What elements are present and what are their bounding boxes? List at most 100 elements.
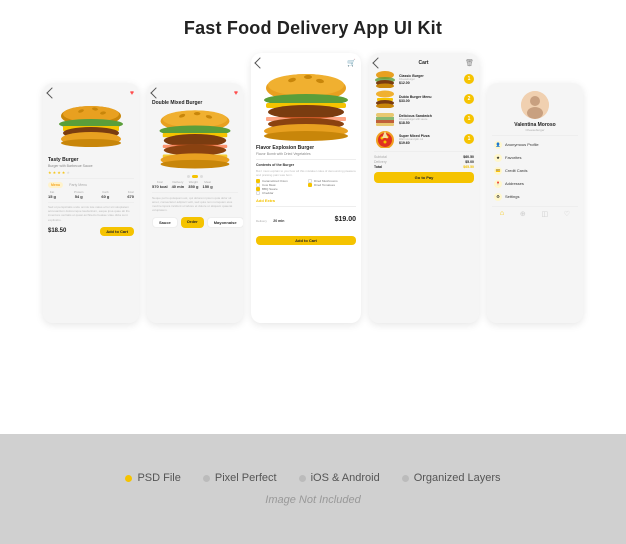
feature-label-psd: PSD File — [137, 472, 180, 484]
profile-menu-item-4[interactable]: 📍 Addresses — [492, 178, 578, 190]
cart-item-4-image — [374, 130, 396, 148]
profile-icon-2: ★ — [494, 154, 502, 162]
avatar-svg — [521, 91, 549, 119]
star-1: ★ — [48, 170, 52, 175]
profile-menu-item-2[interactable]: ★ Favorites — [492, 152, 578, 164]
extra-item-4: Cheddar — [256, 191, 304, 195]
card2-mayonnaise-button[interactable]: Mayonnaise — [207, 217, 243, 228]
contents-title: Contents of the Burger — [256, 163, 356, 167]
add-extra-label[interactable]: Add Extra — [256, 198, 356, 203]
card1-food-image — [48, 100, 134, 155]
feature-dot-ios — [299, 475, 306, 482]
info-weight: Weight 350 g — [188, 180, 198, 189]
feature-label-ios: iOS & Android — [311, 472, 380, 484]
tab-row[interactable]: Menu Party Menu — [48, 182, 134, 188]
card2-back-icon[interactable] — [150, 87, 161, 98]
cart-item-1-counter[interactable]: 1 — [464, 74, 474, 84]
card1-price: $18.50 — [48, 228, 66, 234]
profile-label-4: Addresses — [505, 181, 524, 186]
info-delivery: Delivery 40 min — [172, 180, 185, 189]
cart-total-row: Total $65.50 — [374, 165, 474, 169]
card2-heart-icon[interactable]: ♥ — [234, 90, 238, 97]
card3-price: $19.00 — [335, 216, 356, 223]
card4-trash-icon[interactable]: 🗑 — [465, 59, 474, 67]
feature-ios: iOS & Android — [299, 472, 380, 484]
star-5: ★ — [66, 170, 70, 175]
subtotal-value: $60.50 — [463, 155, 474, 159]
extra-item-6: Dried Tomatoes — [308, 183, 356, 187]
checkbox-4[interactable] — [256, 191, 260, 195]
card1-header: ♥ — [48, 89, 134, 97]
total-value: $65.50 — [463, 165, 474, 169]
card2-divider — [152, 192, 238, 193]
page-title: Fast Food Delivery App UI Kit — [184, 18, 442, 39]
feature-dot-layers — [402, 475, 409, 482]
nav-profile-icon[interactable]: ♡ — [564, 210, 570, 218]
feature-label-layers: Organized Layers — [414, 472, 501, 484]
total-label: Total — [374, 165, 382, 169]
card2-title: Double Mixed Burger — [152, 100, 238, 106]
card3-back-icon[interactable] — [254, 57, 265, 68]
cart-item-2: Dubio Burger Menu $33.00 2 — [374, 90, 474, 108]
cart-item-2-image — [374, 90, 396, 108]
cart-item-2-counter[interactable]: 2 — [464, 94, 474, 104]
not-included-text: Image Not Included — [265, 494, 360, 506]
cart-pizza-svg — [374, 130, 396, 148]
go-to-pay-button[interactable]: Go to Pay — [374, 172, 474, 183]
divider-1 — [48, 178, 134, 179]
profile-icon-3: 💳 — [494, 167, 502, 175]
info-kcal: Kcal 570 kcal — [152, 180, 168, 189]
star-2: ★ — [53, 170, 57, 175]
subtotal-label: Subtotal — [374, 155, 387, 159]
cart-item-2-info: Dubio Burger Menu $33.00 — [399, 95, 461, 103]
burger-svg-1 — [48, 100, 134, 155]
feature-label-pixel: Pixel Perfect — [215, 472, 277, 484]
tab-party-menu[interactable]: Party Menu — [66, 182, 90, 188]
profile-menu-item-3[interactable]: 💳 Credit Cards — [492, 165, 578, 177]
nutrition-kcal: Kcal 670 — [127, 190, 134, 199]
card3-divider2 — [256, 206, 356, 207]
back-icon[interactable] — [46, 87, 57, 98]
card3-add-to-cart-button[interactable]: Add to Cart — [256, 236, 356, 245]
info-meat: Meat 150 g — [202, 180, 212, 189]
delivery-label: Delivery — [256, 219, 267, 223]
features-row: PSD File Pixel Perfect iOS & Android Org… — [125, 472, 500, 484]
profile-menu-item-1[interactable]: 👤 Anonymous Profile — [492, 139, 578, 151]
cart-divider — [374, 151, 474, 152]
tab-menu[interactable]: Menu — [48, 182, 63, 188]
cart-delivery-row: Delivery $5.00 — [374, 160, 474, 164]
nutrition-protein: Protein 54 g — [74, 190, 84, 199]
cart-delivery-value: $5.00 — [465, 160, 474, 164]
delivery-info: Delivery 20 min — [256, 209, 284, 227]
card3-body-text: But I must explain to you how all this m… — [256, 169, 356, 177]
card3-subtitle: Flavor Bomb with Dried Vegetables — [256, 152, 356, 156]
nav-search-icon[interactable]: ⊕ — [520, 210, 526, 218]
card2-food-image — [152, 108, 238, 173]
profile-label-3: Credit Cards — [505, 168, 527, 173]
cart-item-4-counter[interactable]: 1 — [464, 134, 474, 144]
card3-header: 🛒 — [256, 59, 356, 67]
nav-cart-icon[interactable]: ◫ — [541, 210, 548, 218]
card2-description: Neque porro quisquam est, qui dolorem ip… — [152, 196, 238, 213]
card3-cart-icon[interactable]: 🛒 — [347, 59, 356, 67]
card2-order-button[interactable]: Order — [181, 217, 204, 228]
checkbox-6[interactable] — [308, 183, 312, 187]
card3-food-image — [256, 70, 356, 142]
profile-menu-item-5[interactable]: ⚙ Settings — [492, 191, 578, 203]
contents-col-right: Dried Mushrooms Dried Tomatoes — [308, 179, 356, 195]
profile-divider — [492, 135, 578, 136]
card1-stars: ★ ★ ★ ★ ★ — [48, 170, 134, 175]
nav-home-icon[interactable]: ⌂ — [500, 210, 504, 218]
nutrition-carb: Carb 60 g — [101, 190, 109, 199]
card4-back-icon[interactable] — [372, 57, 383, 68]
profile-avatar — [521, 91, 549, 119]
nutrition-row: Fat 15 g Protein 54 g Carb 60 g Kcal — [48, 190, 134, 199]
feature-dot-pixel — [203, 475, 210, 482]
phone-card-5: Valentina Moroso Cheeseburger 👤 Anonymou… — [487, 83, 583, 323]
card2-sauce-button[interactable]: Sauce — [152, 217, 178, 228]
card1-add-button[interactable]: Add to Cart — [100, 227, 134, 236]
main-wrapper: Fast Food Delivery App UI Kit ♥ — [0, 0, 626, 544]
card4-header: Cart 🗑 — [374, 59, 474, 67]
cart-item-3-counter[interactable]: 1 — [464, 114, 474, 124]
card1-heart-icon[interactable]: ♥ — [130, 90, 134, 97]
